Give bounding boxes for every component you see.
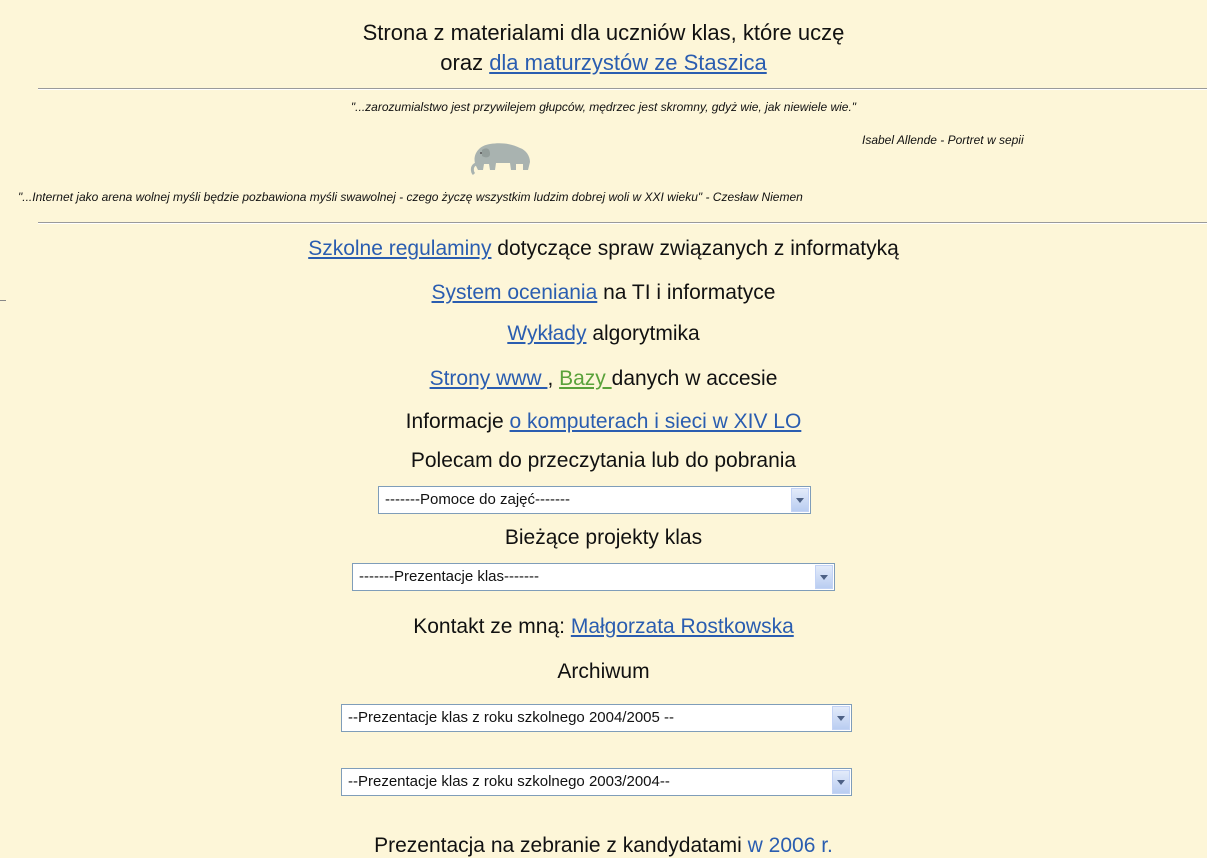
chevron-down-icon[interactable] [832, 706, 850, 730]
wyklady-link[interactable]: Wykłady [507, 322, 586, 345]
strony-separator: , [547, 367, 560, 390]
archiwum-2004-value: --Prezentacje klas z roku szkolnego 2004… [348, 709, 675, 726]
projekty-heading: Bieżące projekty klas [0, 526, 1207, 550]
prezentacja-2006-link[interactable]: w 2006 r. [748, 834, 833, 857]
page-subtitle: oraz dla maturzystów ze Staszica [0, 50, 1207, 76]
prezentacje-select[interactable]: -------Prezentacje klas------- [352, 563, 835, 591]
pomoce-select[interactable]: -------Pomoce do zajęć------- [378, 486, 811, 514]
elephant-image [470, 143, 530, 176]
quote-allende: "...zarozumialstwo jest przywilejem głup… [0, 100, 1207, 114]
regulaminy-text: dotyczące spraw związanych z informatyką [491, 237, 899, 260]
page-title: Strona z materialami dla uczniów klas, k… [0, 20, 1207, 46]
kontakt-text: Kontakt ze mną: [413, 615, 571, 638]
page-title-line1: Strona z materialami dla uczniów klas, k… [362, 20, 845, 45]
kontakt-email-link[interactable]: Małgorzata Rostkowska [571, 615, 794, 638]
divider [38, 88, 1207, 90]
strony-row: Strony www , Bazy danych w accesie [0, 367, 1207, 391]
informacje-row: Informacje o komputerach i sieci w XIV L… [0, 410, 1207, 434]
archiwum-heading: Archiwum [0, 660, 1207, 684]
ocenianie-row: System oceniania na TI i informatyce [0, 281, 1207, 305]
pomoce-select-value: -------Pomoce do zajęć------- [385, 491, 570, 508]
ocenianie-text: na TI i informatyce [597, 281, 776, 304]
bazy-text: danych w accesie [611, 367, 778, 390]
archiwum-text: Archiwum [557, 660, 650, 683]
quote-allende-text: "...zarozumialstwo jest przywilejem głup… [350, 100, 857, 114]
quote-allende-author: Isabel Allende - Portret w sepii [862, 133, 1024, 147]
regulaminy-link[interactable]: Szkolne regulaminy [308, 237, 491, 260]
chevron-down-icon[interactable] [791, 488, 809, 512]
archiwum-2003-select[interactable]: --Prezentacje klas z roku szkolnego 2003… [341, 768, 852, 796]
subtitle-prefix: oraz [440, 50, 490, 75]
prezentacja-row: Prezentacja na zebranie z kandydatami w … [0, 834, 1207, 858]
prezentacje-select-value: -------Prezentacje klas------- [359, 568, 539, 585]
ocenianie-link[interactable]: System oceniania [432, 281, 598, 304]
informacje-text: Informacje [405, 410, 510, 433]
quote-niemen: "...Internet jako arena wolnej myśli będ… [18, 190, 1207, 204]
projekty-text: Bieżące projekty klas [504, 526, 703, 549]
regulaminy-row: Szkolne regulaminy dotyczące spraw związ… [0, 237, 1207, 261]
quote-niemen-text: "...Internet jako arena wolnej myśli będ… [18, 190, 803, 204]
polecam-text: Polecam do przeczytania lub do pobrania [410, 449, 797, 472]
chevron-down-icon[interactable] [815, 565, 833, 589]
bazy-link[interactable]: Bazy [559, 367, 612, 390]
archiwum-2004-select[interactable]: --Prezentacje klas z roku szkolnego 2004… [341, 704, 852, 732]
chevron-down-icon[interactable] [832, 770, 850, 794]
strony-www-link[interactable]: Strony www [430, 367, 548, 390]
prezentacja-text: Prezentacja na zebranie z kandydatami [374, 834, 748, 857]
archiwum-2003-value: --Prezentacje klas z roku szkolnego 2003… [348, 773, 670, 790]
maturzysci-link[interactable]: dla maturzystów ze Staszica [489, 50, 767, 75]
wyklady-row: Wykłady algorytmika [0, 322, 1207, 346]
divider-2 [38, 222, 1207, 224]
kontakt-row: Kontakt ze mną: Małgorzata Rostkowska [0, 615, 1207, 639]
komputery-link[interactable]: o komputerach i sieci w XIV LO [510, 410, 802, 433]
polecam-heading: Polecam do przeczytania lub do pobrania [0, 449, 1207, 473]
wyklady-text: algorytmika [586, 322, 700, 345]
